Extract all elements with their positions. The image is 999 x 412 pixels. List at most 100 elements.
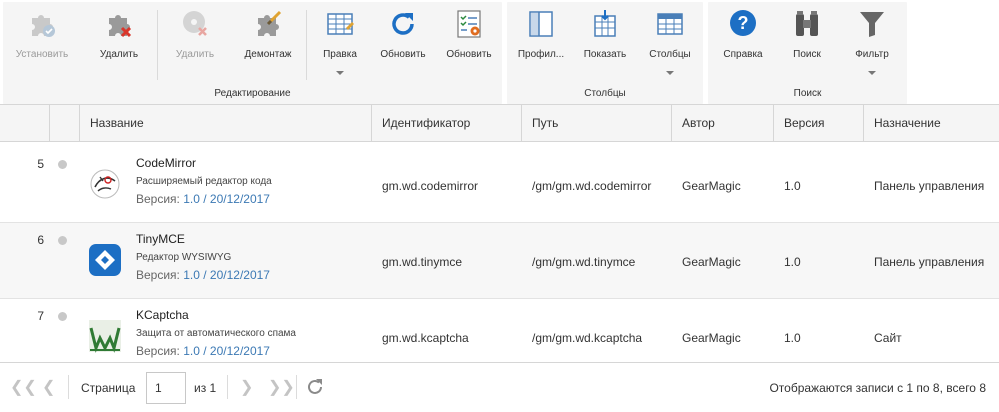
columns-icon [654, 8, 686, 40]
row-number: 5 [37, 157, 44, 171]
columns-button[interactable]: Столбцы [641, 4, 699, 84]
checklist-gear-icon [453, 8, 485, 40]
cell-identifier: gm.wd.codemirror [382, 179, 479, 193]
disk-delete-icon [179, 8, 211, 40]
delete-button[interactable]: Удалить [87, 4, 151, 84]
search-button[interactable]: Поиск [778, 4, 836, 84]
dismount-button[interactable]: Демонтаж [235, 4, 301, 84]
next-page-icon[interactable]: ❯ [240, 377, 253, 397]
columns-label: Столбцы [649, 49, 691, 60]
column-header-purpose[interactable]: Назначение [864, 105, 999, 142]
module-description: Редактор WYSIWYG [136, 252, 232, 263]
version-link[interactable]: 1.0 / 20/12/2017 [183, 344, 270, 358]
puzzle-install-icon [26, 8, 58, 40]
show-label: Показать [583, 49, 627, 60]
grid-body: 5 CodeMirror Расширяемый редактор кода В… [0, 147, 999, 362]
status-dot-icon [58, 312, 67, 321]
column-header-identifier[interactable]: Идентификатор [372, 105, 522, 142]
chevron-down-icon [666, 71, 674, 75]
profiles-button[interactable]: Профил... [511, 4, 571, 84]
search-label: Поиск [793, 49, 821, 60]
module-version-line: Версия: 1.0 / 20/12/2017 [136, 268, 270, 282]
ribbon-divider [306, 10, 307, 80]
profile-columns-icon [525, 8, 557, 40]
kcaptcha-logo-icon [88, 319, 122, 353]
show-button[interactable]: Показать [575, 4, 635, 84]
cell-version: 1.0 [784, 255, 801, 269]
cell-identifier: gm.wd.kcaptcha [382, 331, 469, 345]
install-button[interactable]: Установить [9, 4, 75, 84]
column-header-path[interactable]: Путь [522, 105, 672, 142]
version-prefix: Версия: [136, 268, 180, 282]
first-page-icon[interactable]: ❮❮ [10, 377, 37, 397]
pager-divider [296, 375, 297, 399]
help-icon: ? [727, 8, 759, 40]
refresh-icon[interactable] [305, 377, 325, 397]
version-prefix: Версия: [136, 192, 180, 206]
module-description: Защита от автоматического спама [136, 328, 296, 339]
module-description: Расширяемый редактор кода [136, 176, 272, 187]
delete-label: Удалить [99, 49, 139, 60]
filter-label: Фильтр [855, 49, 889, 60]
cell-author: GearMagic [682, 331, 741, 345]
filter-icon [856, 8, 888, 40]
svg-text:?: ? [738, 13, 749, 33]
edit-button[interactable]: Правка [313, 4, 367, 84]
page-number-input[interactable] [146, 372, 186, 404]
ribbon-group-caption: Поиск [793, 88, 822, 99]
puzzle-delete-icon [103, 8, 135, 40]
delete-disk-button[interactable]: Удалить [165, 4, 225, 84]
cell-path: /gm/gm.wd.codemirror [532, 179, 652, 193]
column-header-author[interactable]: Автор [672, 105, 774, 142]
ribbon-group-columns: Профил... Показать Столбцы Столбцы [507, 2, 703, 104]
chevron-down-icon [336, 71, 344, 75]
refresh-icon [387, 8, 419, 40]
table-row[interactable]: 7 KCaptcha Защита от автоматического спа… [0, 299, 999, 362]
column-header-name[interactable]: Название [80, 105, 372, 142]
page-label: Страница [81, 381, 136, 395]
grid-edit-icon [324, 8, 356, 40]
pager-divider [68, 375, 69, 399]
version-link[interactable]: 1.0 / 20/12/2017 [183, 192, 270, 206]
puzzle-dismount-icon [252, 8, 284, 40]
profiles-label: Профил... [517, 49, 565, 60]
cell-purpose: Панель управления [874, 255, 985, 269]
cell-purpose: Панель управления [874, 179, 985, 193]
install-label: Установить [15, 49, 69, 60]
filter-button[interactable]: Фильтр [842, 4, 902, 84]
module-name: TinyMCE [136, 232, 185, 246]
table-row[interactable]: 5 CodeMirror Расширяемый редактор кода В… [0, 147, 999, 223]
dismount-label: Демонтаж [244, 49, 292, 60]
update-button[interactable]: Обновить [439, 4, 499, 84]
column-header-version[interactable]: Версия [774, 105, 864, 142]
table-row[interactable]: 6 TinyMCE Редактор WYSIWYG Версия: 1.0 /… [0, 223, 999, 299]
module-version-line: Версия: 1.0 / 20/12/2017 [136, 192, 270, 206]
cell-version: 1.0 [784, 331, 801, 345]
cell-path: /gm/gm.wd.tinymce [532, 255, 636, 269]
binoculars-icon [791, 8, 823, 40]
version-link[interactable]: 1.0 / 20/12/2017 [183, 268, 270, 282]
cell-author: GearMagic [682, 179, 741, 193]
status-dot-icon [58, 160, 67, 169]
update-label: Обновить [446, 49, 492, 60]
pager-divider [227, 375, 228, 399]
cell-path: /gm/gm.wd.kcaptcha [532, 331, 643, 345]
refresh-button[interactable]: Обновить [373, 4, 433, 84]
refresh-label: Обновить [380, 49, 426, 60]
last-page-icon[interactable]: ❯❯ [268, 377, 295, 397]
help-label: Справка [723, 49, 763, 60]
module-version-line: Версия: 1.0 / 20/12/2017 [136, 344, 270, 358]
ribbon-group-search: ? Справка Поиск Фильтр Поиск [708, 2, 907, 104]
status-dot-icon [58, 236, 67, 245]
grid-header: Название Идентификатор Путь Автор Версия… [0, 104, 999, 142]
ribbon-group-editing: Установить Удалить Удалить Демонтаж Прав… [3, 2, 502, 104]
codemirror-logo-icon [88, 167, 122, 201]
ribbon-divider [157, 10, 158, 80]
tinymce-logo-icon [88, 243, 122, 277]
status-column-header [50, 105, 80, 142]
prev-page-icon[interactable]: ❮ [42, 377, 55, 397]
help-button[interactable]: ? Справка [714, 4, 772, 84]
version-prefix: Версия: [136, 344, 180, 358]
ribbon-toolbar: Установить Удалить Удалить Демонтаж Прав… [0, 0, 999, 104]
cell-author: GearMagic [682, 255, 741, 269]
